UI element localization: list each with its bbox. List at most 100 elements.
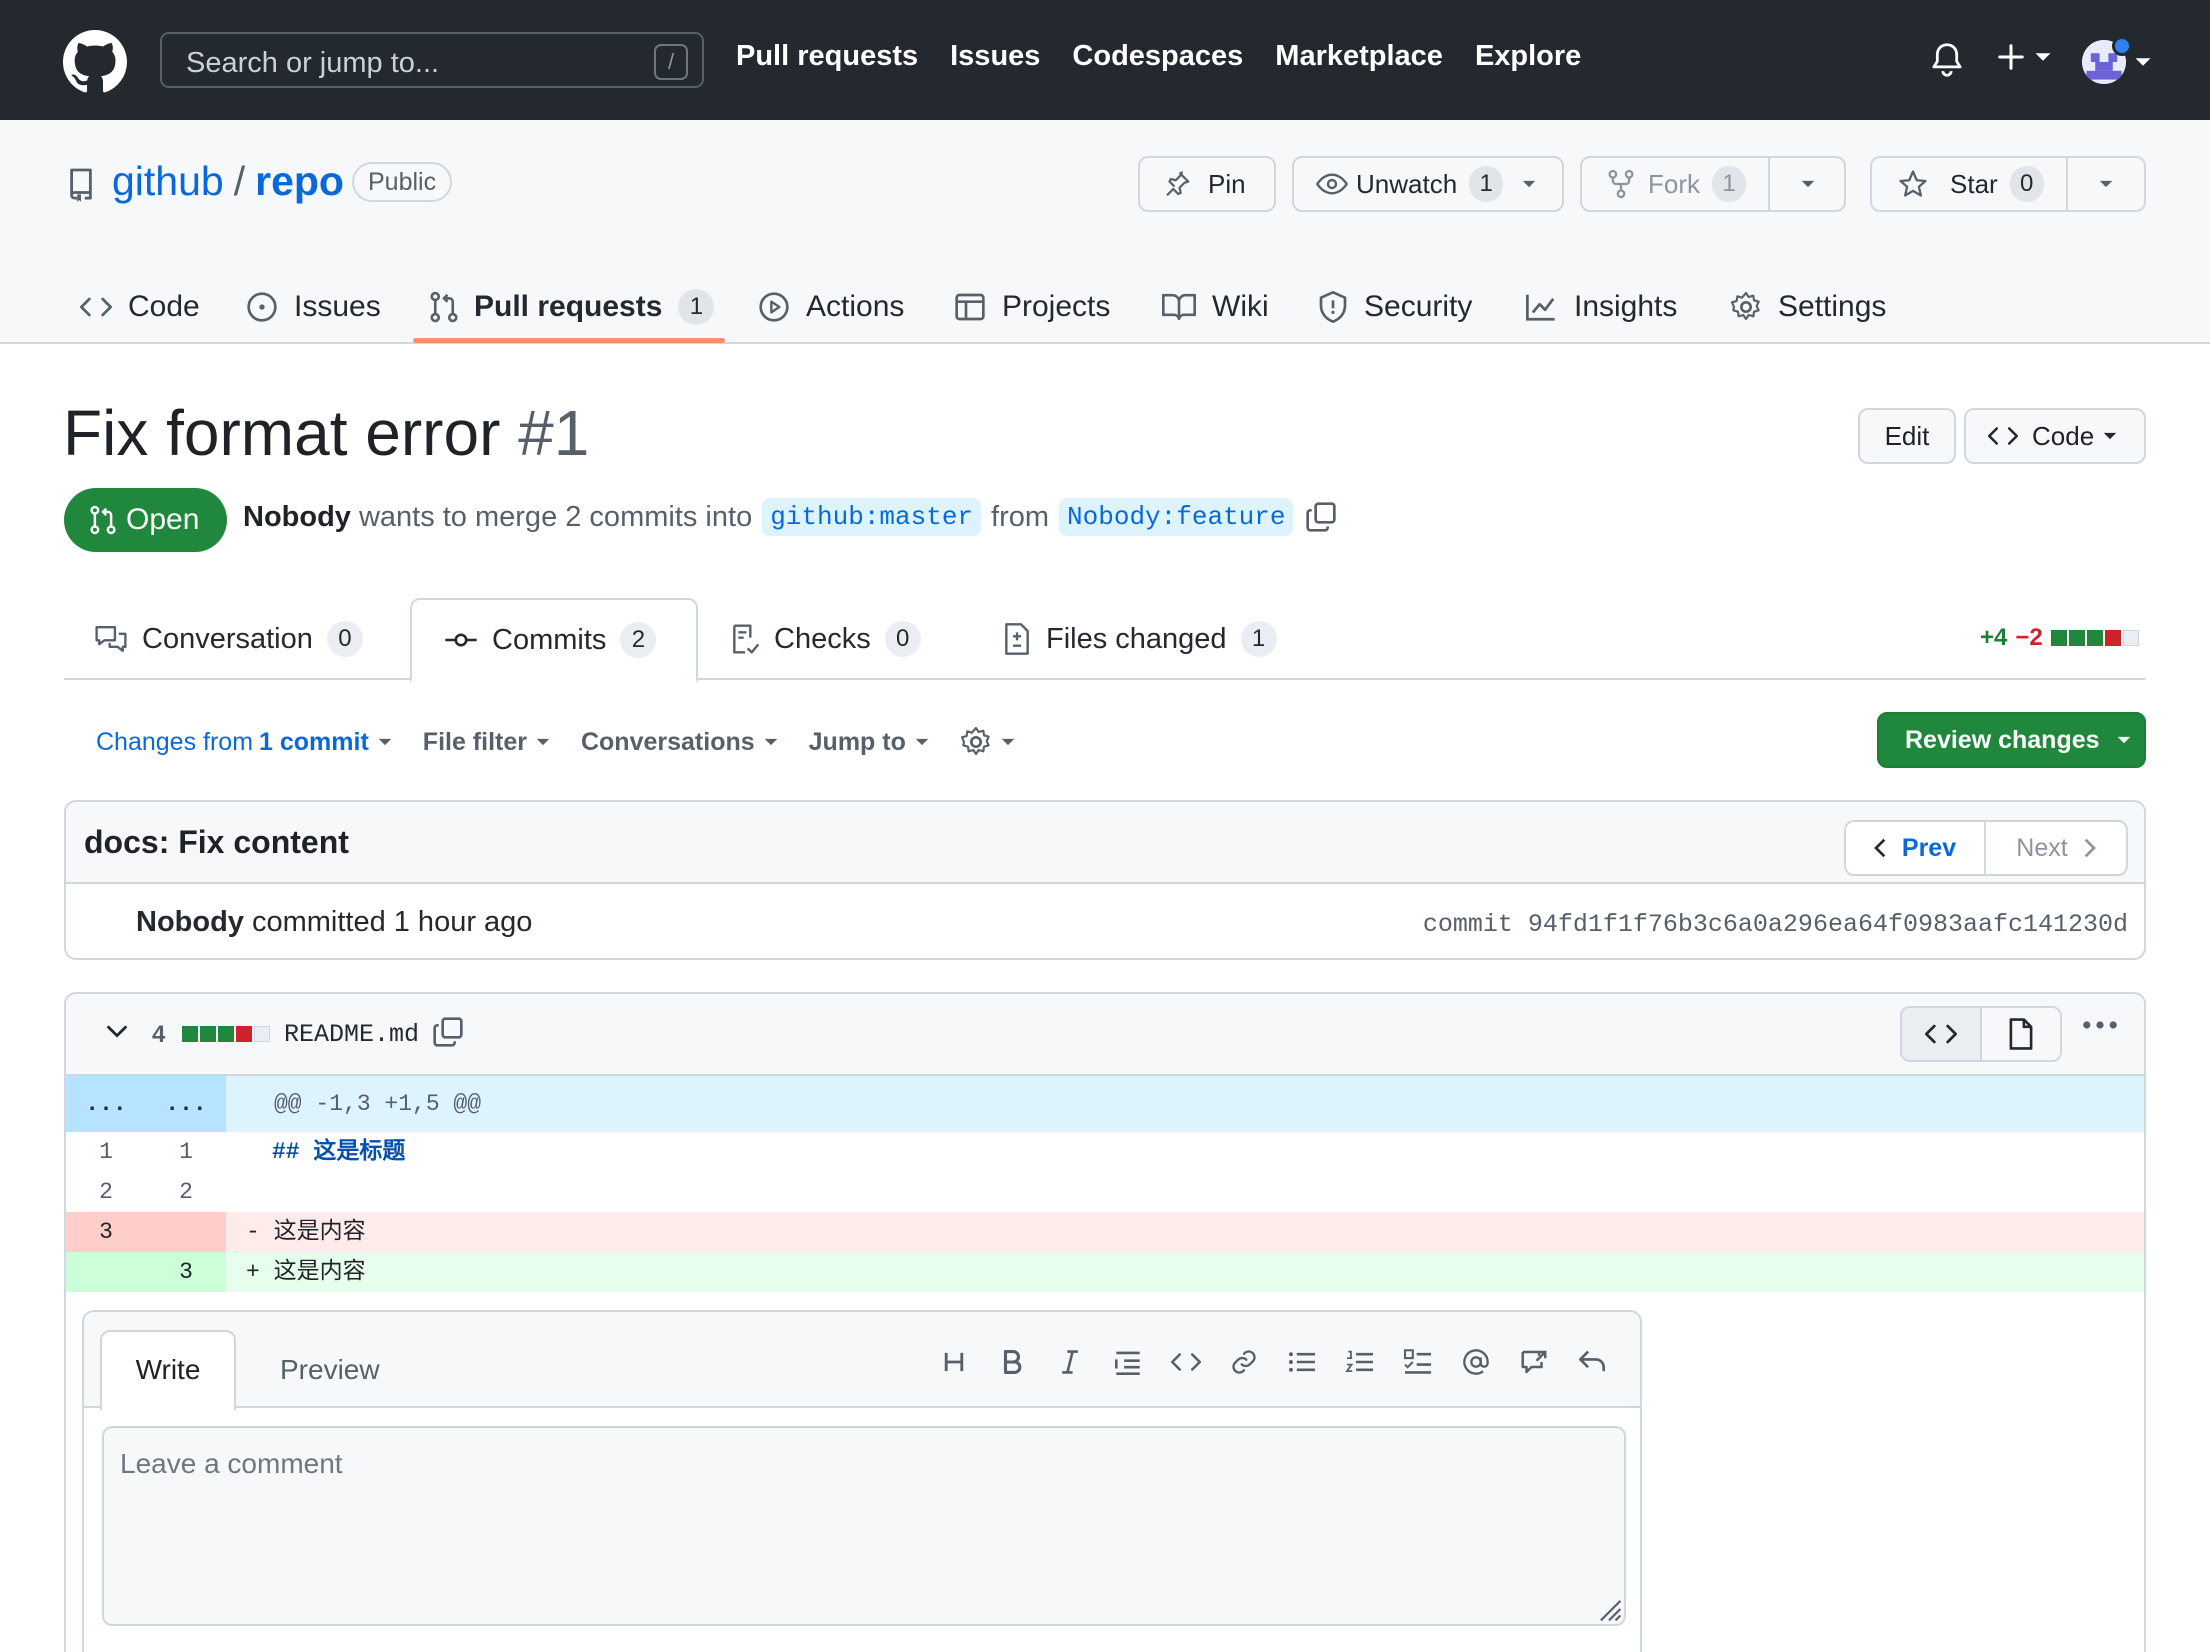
conversations-dropdown[interactable]: Conversations xyxy=(581,728,779,757)
notifications-bell-icon[interactable] xyxy=(1930,42,1964,78)
repo-owner-link[interactable]: github xyxy=(112,158,224,205)
head-branch[interactable]: Nobody:feature xyxy=(1059,498,1294,536)
tasklist-icon xyxy=(1403,1349,1431,1374)
new-line-number[interactable] xyxy=(146,1212,226,1252)
task-list-button[interactable] xyxy=(1390,1346,1446,1378)
fork-button[interactable]: Fork 1 xyxy=(1580,156,1846,212)
graph-icon xyxy=(1526,294,1555,321)
new-line-number[interactable]: 2 xyxy=(146,1172,226,1212)
review-changes-button[interactable]: Review changes xyxy=(1877,712,2146,768)
resize-handle-icon[interactable] xyxy=(1596,1596,1622,1622)
gear-icon xyxy=(1730,291,1760,321)
base-branch[interactable]: github:master xyxy=(762,498,982,536)
tab-issues[interactable]: Issues xyxy=(246,270,381,344)
file-name-link[interactable]: README.md xyxy=(284,1020,419,1049)
preview-tab[interactable]: Preview xyxy=(280,1330,380,1410)
tab-security[interactable]: Security xyxy=(1318,270,1472,344)
jump-to-dropdown[interactable]: Jump to xyxy=(809,728,930,757)
copy-icon[interactable] xyxy=(432,1016,464,1048)
code-button[interactable] xyxy=(1158,1346,1214,1378)
tab-pull-requests[interactable]: Pull requests 1 xyxy=(430,270,715,344)
diff-row: 2 2 xyxy=(66,1172,2144,1212)
search-input[interactable]: Search or jump to... / xyxy=(160,32,704,88)
reference-button[interactable] xyxy=(1506,1346,1562,1378)
comment-textarea[interactable] xyxy=(102,1426,1626,1626)
file-change-count: 4 xyxy=(152,1021,166,1048)
tab-actions-label: Actions xyxy=(806,290,905,323)
active-tab-indicator xyxy=(413,338,725,343)
ordered-list-button[interactable] xyxy=(1332,1346,1388,1378)
undo-button[interactable] xyxy=(1564,1346,1620,1378)
repo-header: github / repo Public Pin Unwatch 1 Fork … xyxy=(0,120,2210,344)
list-unordered-icon xyxy=(1289,1352,1315,1372)
mention-button[interactable] xyxy=(1448,1346,1504,1378)
nav-link-codespaces[interactable]: Codespaces xyxy=(1072,40,1243,73)
write-tab[interactable]: Write xyxy=(100,1330,236,1410)
chevron-down-icon[interactable] xyxy=(2134,56,2152,68)
old-line-number[interactable] xyxy=(66,1252,146,1292)
rich-view-button[interactable] xyxy=(1982,1008,2060,1060)
edit-button[interactable]: Edit xyxy=(1858,408,1956,464)
kebab-horizontal-icon[interactable] xyxy=(2082,1020,2118,1030)
changes-from-dropdown[interactable]: Changes from 1 commit xyxy=(96,728,393,757)
tab-actions[interactable]: Actions xyxy=(758,270,904,344)
chevron-right-icon xyxy=(2084,838,2096,858)
tab-files-changed[interactable]: Files changed 1 xyxy=(1002,598,1277,680)
star-button[interactable]: Star 0 xyxy=(1870,156,2146,212)
tab-settings[interactable]: Settings xyxy=(1730,270,1886,344)
file-filter-dropdown[interactable]: File filter xyxy=(423,728,551,757)
pr-author-link[interactable]: Nobody xyxy=(243,501,351,534)
tab-code[interactable]: Code xyxy=(80,270,200,344)
code-button[interactable]: Code xyxy=(1964,408,2146,464)
create-new-menu[interactable] xyxy=(1996,42,2052,72)
old-line-number[interactable]: 2 xyxy=(66,1172,146,1212)
italic-button[interactable] xyxy=(1042,1346,1098,1378)
bold-button[interactable] xyxy=(984,1346,1040,1378)
new-line-number[interactable]: 3 xyxy=(146,1252,226,1292)
expand-down-button[interactable]: ... xyxy=(146,1076,226,1132)
copy-icon[interactable] xyxy=(1305,501,1337,533)
nav-link-explore[interactable]: Explore xyxy=(1475,40,1581,73)
git-pull-request-icon xyxy=(90,505,116,535)
view-toggle xyxy=(1900,1006,2062,1062)
tab-wiki[interactable]: Wiki xyxy=(1162,270,1269,344)
next-commit-button[interactable]: Next xyxy=(1986,822,2126,874)
nav-link-marketplace[interactable]: Marketplace xyxy=(1275,40,1443,73)
tab-checks[interactable]: Checks 0 xyxy=(730,598,921,680)
repo-name-link[interactable]: repo xyxy=(255,158,344,205)
tab-commits[interactable]: Commits 2 xyxy=(410,598,698,682)
prev-commit-button[interactable]: Prev xyxy=(1846,822,1987,874)
mention-icon xyxy=(1463,1349,1489,1375)
nav-link-issues[interactable]: Issues xyxy=(950,40,1040,73)
new-line-number[interactable]: 1 xyxy=(146,1132,226,1172)
fork-icon xyxy=(1608,169,1634,199)
nav-link-pull-requests[interactable]: Pull requests xyxy=(736,40,918,73)
heading-button[interactable] xyxy=(926,1346,982,1378)
expand-up-button[interactable]: ... xyxy=(66,1076,146,1132)
github-logo-icon[interactable] xyxy=(63,30,127,94)
quote-button[interactable] xyxy=(1100,1346,1156,1378)
diff-line-text: ## 这是标题 xyxy=(272,1139,406,1165)
chevron-down-icon[interactable] xyxy=(2098,179,2114,189)
conversations-label: Conversations xyxy=(580,727,755,756)
conversation-count: 0 xyxy=(326,621,363,657)
unwatch-button[interactable]: Unwatch 1 xyxy=(1292,156,1564,212)
hunk-header-row: ... ... @@ -1,3 +1,5 @@ xyxy=(66,1076,2144,1132)
old-line-number[interactable]: 3 xyxy=(66,1212,146,1252)
unordered-list-button[interactable] xyxy=(1274,1346,1330,1378)
tab-code-label: Code xyxy=(128,290,200,323)
tab-insights[interactable]: Insights xyxy=(1524,270,1677,344)
source-view-button[interactable] xyxy=(1902,1008,1982,1060)
chevron-down-icon[interactable] xyxy=(1800,179,1816,189)
diff-settings-dropdown[interactable] xyxy=(960,726,1016,758)
tab-projects[interactable]: Projects xyxy=(954,270,1110,344)
chevron-down-icon[interactable] xyxy=(106,1024,128,1038)
fork-count: 1 xyxy=(1712,166,1746,202)
link-button[interactable] xyxy=(1216,1346,1272,1378)
commit-sha[interactable]: commit 94fd1f1f76b3c6a0a296ea64f0983aafc… xyxy=(1423,910,2128,939)
tab-conversation[interactable]: Conversation 0 xyxy=(94,598,363,680)
commit-author-link[interactable]: Nobody xyxy=(136,906,244,938)
pin-button[interactable]: Pin xyxy=(1138,156,1276,212)
old-line-number[interactable]: 1 xyxy=(66,1132,146,1172)
book-icon xyxy=(1162,293,1196,321)
